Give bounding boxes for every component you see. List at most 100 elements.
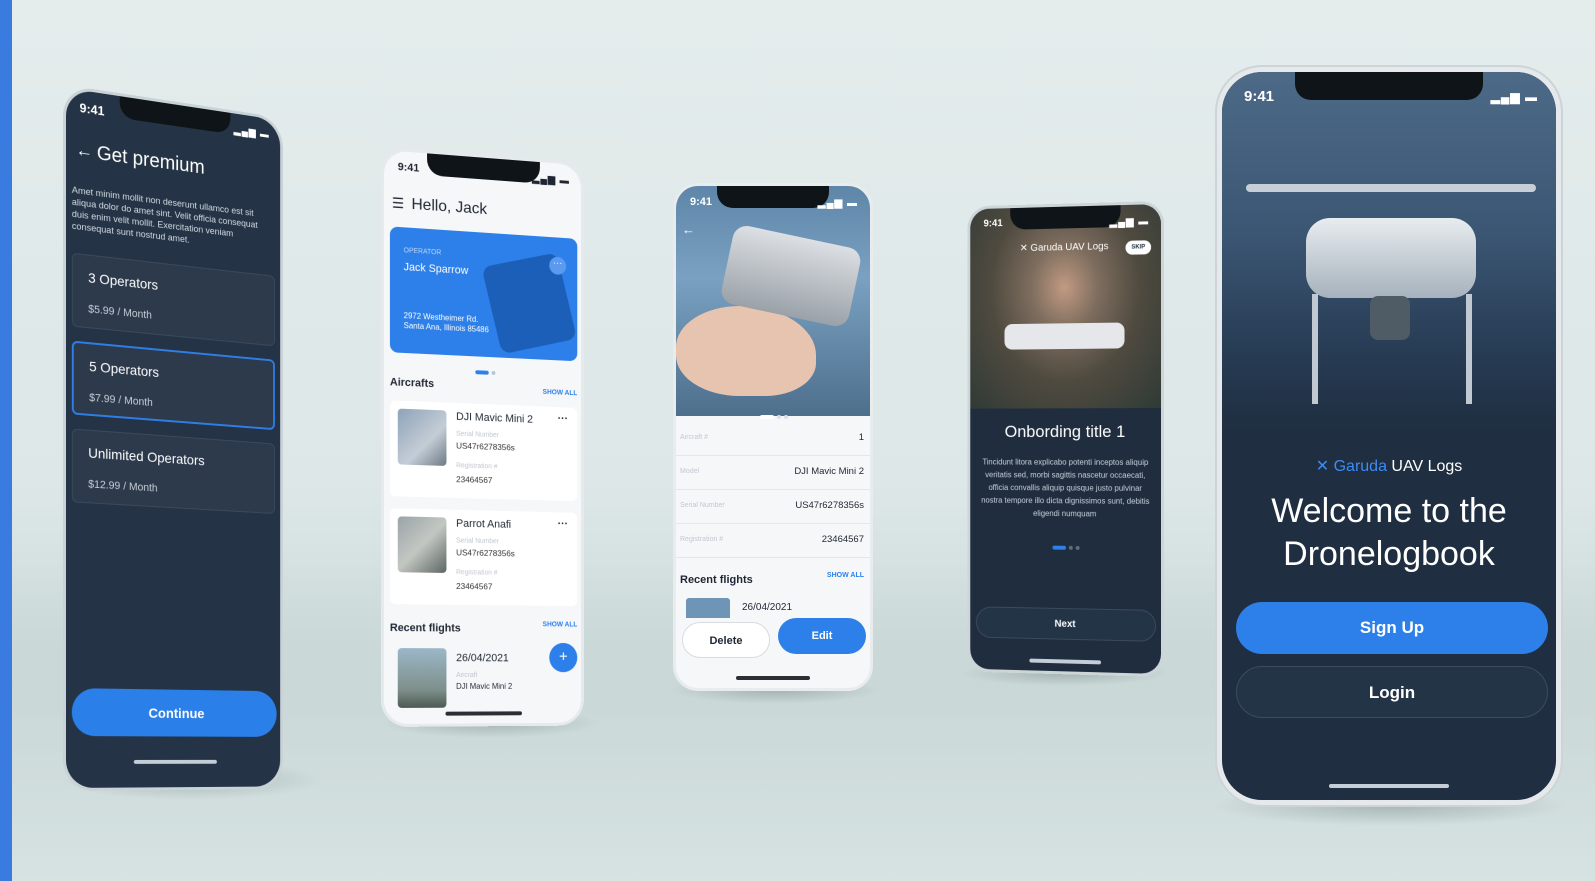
show-all-link[interactable]: SHOW ALL — [543, 621, 578, 628]
detail-row: Model DJI Mavic Mini 2 — [676, 456, 870, 490]
flight-date: 26/04/2021 — [456, 652, 509, 665]
registration-value: 23464567 — [456, 474, 493, 486]
signal-battery-icon: ▂▄▆ ▬ — [233, 124, 270, 141]
skip-button[interactable]: SKIP — [1125, 240, 1152, 255]
aircraft-photo — [676, 186, 870, 416]
plan-option-unlimited[interactable]: Unlimited Operators $12.99 / Month — [71, 428, 275, 515]
carousel-dots — [475, 361, 498, 380]
registration-label: Registration # — [456, 462, 498, 471]
more-icon[interactable]: ··· — [558, 518, 568, 530]
onboarding-title: Onbording title 1 — [1004, 422, 1126, 441]
plan-option-5-operators[interactable]: 5 Operators $7.99 / Month — [71, 340, 275, 431]
more-icon[interactable]: ··· — [558, 413, 568, 425]
detail-key: Registration # — [680, 536, 724, 543]
plan-name: 5 Operators — [89, 358, 160, 381]
recent-flights-title: Recent flights — [389, 622, 461, 635]
show-all-link[interactable]: SHOW ALL — [827, 572, 864, 579]
detail-row: Serial Number US47r6278356s — [676, 490, 870, 524]
welcome-headline: Welcome to the Dronelogbook — [1271, 492, 1507, 573]
home-indicator[interactable] — [1329, 784, 1449, 788]
plan-price: $12.99 / Month — [88, 478, 158, 495]
logo-icon: ✕ — [1315, 458, 1334, 475]
login-button[interactable]: Login — [1236, 666, 1548, 718]
show-all-link[interactable]: SHOW ALL — [543, 389, 578, 397]
aircraft-name: Parrot Anafi — [456, 517, 512, 531]
serial-value: US47r6278356s — [456, 547, 515, 559]
signal-battery-icon: ▂▄▆ ▬ — [532, 173, 570, 187]
left-edge-strip — [0, 0, 12, 881]
drone-body — [1306, 218, 1476, 298]
detail-value: 1 — [858, 432, 864, 443]
operator-address: 2972 Westheimer Rd. Santa Ana, Illinois … — [403, 311, 489, 335]
status-time: 9:41 — [690, 196, 713, 208]
status-bar: 9:41 ▂▄▆ ▬ — [66, 88, 280, 149]
aircraft-item[interactable]: Parrot Anafi ··· Serial Number US47r6278… — [389, 508, 578, 607]
operator-name: Jack Sparrow — [403, 261, 469, 278]
edit-button[interactable]: Edit — [778, 618, 866, 654]
brand-rest: UAV Logs — [1386, 458, 1463, 475]
operator-card[interactable]: OPERATOR Jack Sparrow 2972 Westheimer Rd… — [389, 226, 578, 362]
home-indicator[interactable] — [736, 676, 810, 680]
aircraft-item[interactable]: DJI Mavic Mini 2 ··· Serial Number US47r… — [389, 400, 578, 502]
more-icon[interactable]: ··· — [549, 256, 567, 276]
drone-arm — [1246, 184, 1536, 192]
status-time: 9:41 — [983, 218, 1003, 230]
flight-date: 26/04/2021 — [742, 602, 793, 613]
registration-value: 23464567 — [456, 581, 493, 592]
plan-name: Unlimited Operators — [88, 444, 205, 469]
operator-label: OPERATOR — [403, 247, 442, 257]
carousel-dots — [1052, 537, 1082, 555]
premium-description: Amet minim mollit non deserunt ullamco e… — [71, 184, 258, 246]
plan-price: $5.99 / Month — [88, 303, 152, 322]
home-indicator[interactable] — [133, 759, 217, 764]
detail-row: Aircraft # 1 — [676, 422, 870, 456]
phone-welcome: 9:41 ▂▄▆ ▬ ✕ Garuda UAV Logs Welcome to … — [1222, 72, 1556, 800]
detail-key: Model — [680, 468, 700, 475]
home-indicator[interactable] — [445, 711, 522, 716]
delete-button[interactable]: Delete — [682, 622, 770, 658]
hand-image — [676, 306, 816, 396]
drone-image — [1004, 322, 1125, 350]
status-time: 9:41 — [397, 161, 420, 175]
continue-button[interactable]: Continue — [71, 688, 277, 737]
hamburger-menu-icon[interactable]: ☰ — [392, 195, 404, 213]
phone-get-premium: 9:41 ▂▄▆ ▬ ← Get premium Amet minim moll… — [66, 88, 281, 788]
plan-price: $7.99 / Month — [89, 391, 153, 409]
brand-name: Garuda UAV Logs — [1030, 241, 1109, 254]
status-time: 9:41 — [1244, 88, 1275, 105]
detail-value: US47r6278356s — [795, 500, 864, 511]
aircraft-label: Aircraft — [456, 672, 478, 679]
phone-home: 9:41 ▂▄▆ ▬ ☰ Hello, Jack OPERATOR Jack S… — [384, 150, 581, 724]
back-arrow-icon[interactable]: ← — [682, 222, 695, 237]
logo-icon: ✕ — [1019, 243, 1031, 255]
brand-logo: ✕ Garuda UAV Logs — [1222, 456, 1556, 476]
aircraft-value: DJI Mavic Mini 2 — [456, 681, 513, 691]
signal-battery-icon: ▂▄▆ ▬ — [1490, 90, 1538, 104]
sign-up-button[interactable]: Sign Up — [1236, 602, 1548, 654]
drone-camera — [1370, 296, 1410, 340]
drone-leg — [1466, 294, 1472, 404]
brand-logo: ✕ Garuda UAV Logs — [1020, 241, 1109, 254]
brand-accent: Garuda — [1333, 458, 1387, 475]
detail-key: Aircraft # — [680, 434, 709, 441]
home-indicator[interactable] — [1028, 658, 1101, 665]
next-button[interactable]: Next — [975, 606, 1157, 642]
detail-row: Registration # 23464567 — [676, 524, 870, 558]
status-bar: 9:41 ▂▄▆ ▬ — [1222, 72, 1556, 105]
greeting: Hello, Jack — [411, 195, 488, 219]
status-time: 9:41 — [79, 100, 105, 119]
aircrafts-title: Aircrafts — [389, 376, 435, 391]
add-flight-button[interactable]: + — [549, 642, 578, 673]
plan-option-3-operators[interactable]: 3 Operators $5.99 / Month — [71, 252, 275, 347]
flight-thumbnail — [686, 598, 730, 618]
phone-aircraft-detail: 9:41 ▂▄▆ ▬ ← Aircraft # 1 Model DJI Mavi… — [676, 186, 870, 688]
aircraft-name: DJI Mavic Mini 2 — [456, 410, 534, 426]
signal-battery-icon: ▂▄▆ ▬ — [1109, 216, 1150, 229]
phone-onboarding: 9:41 ▂▄▆ ▬ ✕ Garuda UAV Logs SKIP Onbord… — [970, 204, 1161, 674]
flight-thumbnail — [397, 648, 447, 708]
aircraft-thumbnail — [397, 516, 447, 573]
page-title: Get premium — [96, 142, 205, 179]
back-arrow-icon[interactable]: ← — [76, 139, 93, 162]
registration-label: Registration # — [456, 569, 498, 577]
plan-name: 3 Operators — [88, 269, 159, 293]
